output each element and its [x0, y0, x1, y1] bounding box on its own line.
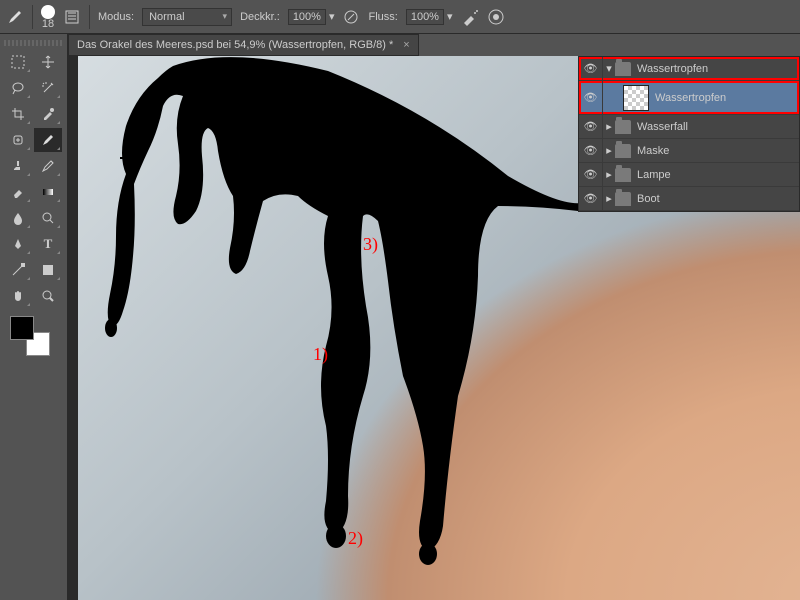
chevron-down-icon[interactable]: ▾: [329, 10, 335, 23]
layers-panel: 👁 ▾ Wassertropfen 👁 Wassertropfen 👁 ▸ Wa…: [578, 56, 800, 212]
blur-tool[interactable]: [4, 206, 32, 230]
document-tab[interactable]: Das Orakel des Meeres.psd bei 54,9% (Was…: [68, 34, 419, 56]
brush-size-picker[interactable]: 18: [41, 5, 55, 29]
expand-icon[interactable]: ▸: [603, 144, 615, 157]
brush-preview-icon: [41, 5, 55, 19]
pen-tool[interactable]: [4, 232, 32, 256]
layer-name: Wassertropfen: [655, 92, 799, 104]
wand-tool[interactable]: [34, 76, 62, 100]
visibility-icon[interactable]: 👁: [579, 139, 603, 162]
folder-icon: [615, 144, 631, 158]
marquee-tool[interactable]: [4, 50, 32, 74]
color-swatch[interactable]: [10, 316, 50, 356]
visibility-icon[interactable]: 👁: [579, 81, 603, 114]
flow-field[interactable]: 100% ▾: [406, 9, 453, 25]
gradient-tool[interactable]: [34, 180, 62, 204]
toolbox: T: [0, 34, 68, 600]
flow-value: 100%: [411, 11, 439, 23]
layer-group-boot[interactable]: 👁 ▸ Boot: [579, 187, 799, 211]
visibility-icon[interactable]: 👁: [579, 115, 603, 138]
annotation-2: 2): [348, 528, 363, 549]
hand-tool[interactable]: [4, 284, 32, 308]
crop-tool[interactable]: [4, 102, 32, 126]
layer-name: Boot: [637, 193, 799, 205]
annotation-1: 1): [313, 344, 328, 365]
opacity-value: 100%: [293, 11, 321, 23]
stamp-tool[interactable]: [4, 154, 32, 178]
heal-tool[interactable]: [4, 128, 32, 152]
folder-icon: [615, 168, 631, 182]
expand-icon[interactable]: ▾: [603, 62, 615, 75]
visibility-icon[interactable]: 👁: [579, 187, 603, 210]
brush-size-value: 18: [42, 19, 54, 29]
expand-icon[interactable]: ▸: [603, 168, 615, 181]
foreground-color[interactable]: [10, 316, 34, 340]
toolbox-grip[interactable]: [4, 40, 63, 46]
layer-wassertropfen[interactable]: 👁 Wassertropfen: [579, 81, 799, 115]
layer-name: Lampe: [637, 169, 799, 181]
eyedropper-tool[interactable]: [34, 102, 62, 126]
layer-group-lampe[interactable]: 👁 ▸ Lampe: [579, 163, 799, 187]
folder-icon: [615, 192, 631, 206]
visibility-icon[interactable]: 👁: [579, 57, 603, 80]
history-brush-tool[interactable]: [34, 154, 62, 178]
folder-icon: [615, 62, 631, 76]
zoom-tool[interactable]: [34, 284, 62, 308]
type-tool[interactable]: T: [34, 232, 62, 256]
shape-tool[interactable]: [34, 258, 62, 282]
path-tool[interactable]: [4, 258, 32, 282]
brush-panel-icon[interactable]: [63, 8, 81, 26]
layer-group-maske[interactable]: 👁 ▸ Maske: [579, 139, 799, 163]
opacity-label: Deckkr.:: [240, 11, 280, 23]
separator: [89, 5, 90, 29]
layer-thumbnail: [623, 85, 649, 111]
lasso-tool[interactable]: [4, 76, 32, 100]
expand-icon[interactable]: ▸: [603, 192, 615, 205]
brush-cursor: [120, 150, 136, 166]
annotation-3: 3): [363, 234, 378, 255]
folder-icon: [615, 120, 631, 134]
layer-name: Maske: [637, 145, 799, 157]
chevron-down-icon[interactable]: ▾: [447, 10, 453, 23]
layer-group-wasserfall[interactable]: 👁 ▸ Wasserfall: [579, 115, 799, 139]
separator: [32, 5, 33, 29]
close-icon[interactable]: ×: [403, 39, 409, 51]
move-tool[interactable]: [34, 50, 62, 74]
pressure-opacity-icon[interactable]: [342, 8, 360, 26]
mode-dropdown[interactable]: Normal: [142, 8, 232, 26]
document-title: Das Orakel des Meeres.psd bei 54,9% (Was…: [77, 39, 393, 51]
brush-tool[interactable]: [34, 128, 62, 152]
layer-name: Wassertropfen: [637, 63, 799, 75]
airbrush-icon[interactable]: [461, 8, 479, 26]
dodge-tool[interactable]: [34, 206, 62, 230]
layer-group-wassertropfen[interactable]: 👁 ▾ Wassertropfen: [579, 57, 799, 81]
layer-name: Wasserfall: [637, 121, 799, 133]
brush-tool-icon[interactable]: [6, 8, 24, 26]
visibility-icon[interactable]: 👁: [579, 163, 603, 186]
mode-value: Normal: [149, 11, 184, 23]
eraser-tool[interactable]: [4, 180, 32, 204]
options-bar: 18 Modus: Normal Deckkr.: 100% ▾ Fluss: …: [0, 0, 800, 34]
flow-label: Fluss:: [368, 11, 397, 23]
mode-label: Modus:: [98, 11, 134, 23]
opacity-field[interactable]: 100% ▾: [288, 9, 335, 25]
expand-icon[interactable]: ▸: [603, 120, 615, 133]
pressure-size-icon[interactable]: [487, 8, 505, 26]
